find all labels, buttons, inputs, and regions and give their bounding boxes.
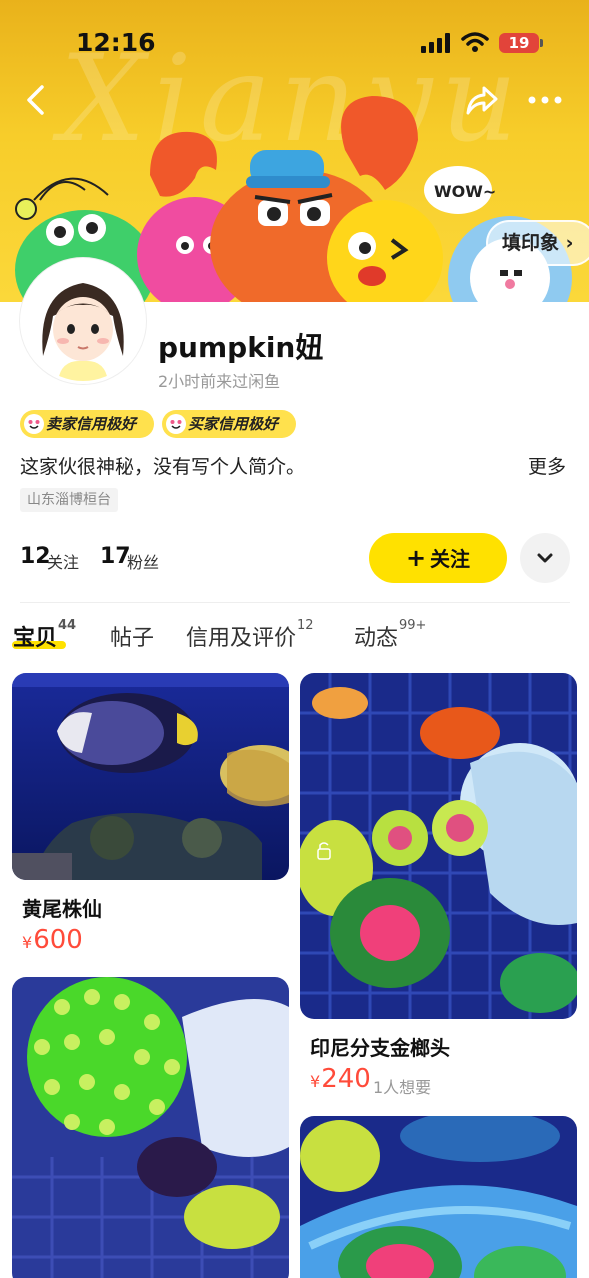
product-image-coral[interactable] [300,673,577,1019]
wifi-icon [461,32,489,52]
price-value: 600 [33,925,83,955]
profile-banner: Xianyu WOW~ 12:16 19 填印象 › [0,0,589,302]
location-tag: 山东淄博桓台 [20,488,118,512]
svg-text:WOW~: WOW~ [434,182,496,201]
buyer-credit-badge[interactable]: 买家信用极好 [162,410,296,438]
tab-items[interactable]: 宝贝44 [13,618,77,652]
smile-face-icon [24,414,44,434]
battery-icon: 19 [499,33,543,53]
status-bar: 12:16 19 [0,0,589,88]
share-icon[interactable] [464,82,500,118]
tab-posts[interactable]: 帖子 [110,620,154,652]
tab-activity-count: 99+ [399,618,427,633]
tab-items-count: 44 [58,618,77,633]
plus-icon: + [405,544,427,572]
tab-credit-reviews-count: 12 [297,618,314,633]
add-impression-button[interactable]: 填印象 › [486,220,589,266]
back-arrow-icon[interactable] [20,82,56,118]
smile-face-icon [166,414,186,434]
following-label[interactable]: 关注 [47,549,79,573]
coral-basket-photo [300,1116,577,1278]
follow-button[interactable]: + 关注 [369,533,507,583]
chevron-down-icon [537,553,553,563]
want-count: 1人想要 [373,1078,432,1097]
followers-label[interactable]: 粉丝 [127,549,159,573]
product-price: ¥600 [22,925,83,955]
coral-photo [300,673,577,1019]
tab-items-label: 宝贝 [13,626,58,651]
section-divider [20,602,570,603]
product-image-coral-basket[interactable] [300,1116,577,1278]
username: pumpkin妞 [158,331,324,364]
product-image-anemone[interactable] [12,977,289,1278]
avatar[interactable] [20,258,146,384]
product-image-fish[interactable] [12,673,289,880]
status-time: 12:16 [76,28,156,57]
avatar-illustration [23,261,143,381]
seller-credit-label: 卖家信用极好 [46,415,137,433]
currency-symbol: ¥ [22,933,33,952]
expand-button[interactable] [520,533,570,583]
follow-button-label: 关注 [430,547,471,571]
tab-activity-label: 动态 [354,626,399,651]
tab-posts-label: 帖子 [110,626,155,651]
tab-credit-reviews[interactable]: 信用及评价12 [186,618,314,652]
more-dots-icon[interactable] [526,88,564,112]
buyer-credit-label: 买家信用极好 [188,415,279,433]
fish-tank-photo [12,673,289,880]
product-title[interactable]: 印尼分支金榔头 [310,1032,450,1061]
cellular-signal-icon [421,33,451,53]
seller-credit-badge[interactable]: 卖家信用极好 [20,410,154,438]
tab-credit-reviews-label: 信用及评价 [186,626,297,651]
anemone-photo [12,977,289,1278]
product-price: ¥240 [310,1064,371,1094]
last-seen-text: 2小时前来过闲鱼 [158,372,281,391]
bio-more-link[interactable]: 更多 [528,452,566,479]
bio-text: 这家伙很神秘，没有写个人简介。 [20,456,306,478]
price-value: 240 [321,1064,371,1094]
tab-activity[interactable]: 动态99+ [354,618,427,652]
currency-symbol: ¥ [310,1072,321,1091]
product-title[interactable]: 黄尾株仙 [22,893,102,922]
